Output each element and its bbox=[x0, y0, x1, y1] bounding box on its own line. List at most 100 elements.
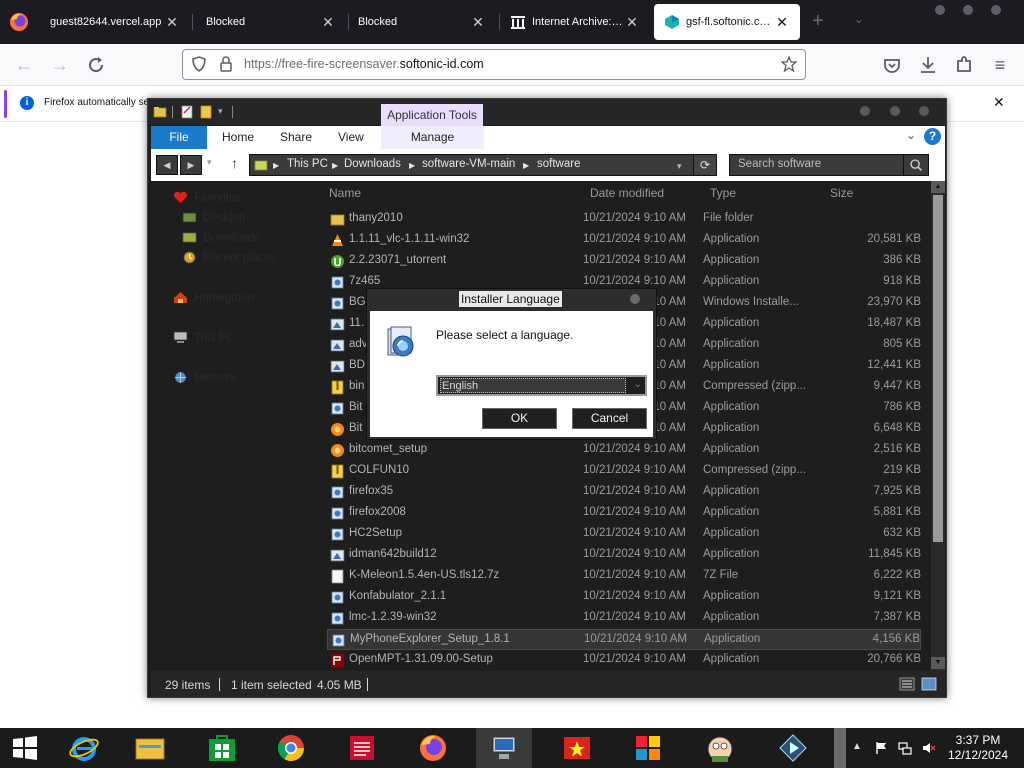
extensions-puzzle-icon[interactable] bbox=[952, 53, 976, 77]
close-tab-icon[interactable]: ✕ bbox=[320, 14, 336, 31]
collapse-ribbon-chevron-icon[interactable]: ⌄ bbox=[906, 128, 916, 142]
back-arrow-icon[interactable]: ← bbox=[12, 53, 36, 77]
explorer-forward-button[interactable]: ▶ bbox=[180, 155, 202, 175]
file-row[interactable]: 1.1.11_vlc-1.1.11-win32 10/21/2024 9:10 A… bbox=[327, 230, 921, 251]
internet-explorer-taskbar-button[interactable] bbox=[56, 728, 112, 768]
address-bar[interactable]: ▶ This PC ▶ Downloads ▶ software-VM-main… bbox=[249, 154, 715, 176]
new-tab-button[interactable]: + bbox=[812, 10, 824, 33]
tab-home[interactable]: Home bbox=[222, 130, 254, 144]
breadcrumb-arrow-icon[interactable]: ▶ bbox=[273, 161, 279, 170]
breadcrumb-this-pc[interactable]: This PC bbox=[287, 158, 328, 170]
start-button[interactable] bbox=[0, 728, 50, 768]
file-row[interactable]: bitcomet_setup 10/21/2024 9:10 AM Applicat… bbox=[327, 440, 921, 461]
file-row[interactable]: HC2Setup 10/21/2024 9:10 AM Application 632… bbox=[327, 524, 921, 545]
explorer-close-button[interactable] bbox=[919, 106, 929, 116]
properties-icon[interactable] bbox=[180, 105, 194, 119]
tab-file[interactable]: File bbox=[151, 126, 207, 149]
customize-qa-chevron-icon[interactable]: ▾ bbox=[218, 106, 223, 117]
column-header-size[interactable]: Size bbox=[830, 186, 853, 200]
file-row[interactable]: lmc-1.2.39-win32 10/21/2024 9:10 AM Applic… bbox=[327, 608, 921, 629]
file-row[interactable]: thany2010 10/21/2024 9:10 AM File folder bbox=[327, 209, 921, 230]
recent-locations-chevron-icon[interactable]: ▾ bbox=[207, 157, 212, 168]
taskbar-scrollbar[interactable] bbox=[834, 728, 846, 768]
language-select[interactable]: English ⌄ bbox=[436, 375, 647, 396]
action-center-flag-icon[interactable] bbox=[874, 741, 888, 755]
column-header-name[interactable]: Name bbox=[329, 186, 361, 200]
file-row[interactable]: firefox2008 10/21/2024 9:10 AM Application… bbox=[327, 503, 921, 524]
chevron-down-icon[interactable]: ⌄ bbox=[634, 379, 642, 390]
details-view-icon[interactable] bbox=[899, 677, 915, 691]
breadcrumb-arrow-icon[interactable]: ▶ bbox=[409, 161, 415, 170]
refresh-icon[interactable]: ⟳ bbox=[693, 154, 717, 176]
photos-taskbar-button[interactable] bbox=[620, 728, 676, 768]
breadcrumb-software-vm-main[interactable]: software-VM-main bbox=[422, 158, 515, 170]
large-icons-view-icon[interactable] bbox=[921, 677, 937, 691]
tab-2[interactable]: Blocked ✕ bbox=[196, 4, 346, 40]
scrollbar-thumb[interactable] bbox=[933, 195, 943, 542]
close-tab-icon[interactable]: ✕ bbox=[624, 14, 640, 31]
notepad-taskbar-button[interactable] bbox=[334, 728, 390, 768]
system-clock[interactable]: 3:37 PM 12/12/2024 bbox=[946, 733, 1010, 763]
scroll-up-arrow-icon[interactable]: ▲ bbox=[931, 181, 945, 193]
firefox-taskbar-button[interactable] bbox=[405, 728, 461, 768]
minimize-button[interactable] bbox=[935, 5, 945, 15]
media-player-taskbar-button[interactable] bbox=[765, 728, 821, 768]
close-window-button[interactable] bbox=[991, 5, 1001, 15]
file-row[interactable]: K-Meleon1.5.4en-US.tls12.7z 10/21/2024 9:… bbox=[327, 566, 921, 587]
dialog-close-button[interactable] bbox=[630, 294, 640, 304]
show-hidden-icons-chevron-icon[interactable]: ▲ bbox=[852, 741, 862, 752]
file-explorer-taskbar-button[interactable] bbox=[122, 728, 178, 768]
bookmark-star-icon[interactable] bbox=[781, 56, 797, 72]
url-text[interactable]: https://free-fire-screensaver.softonic-i… bbox=[244, 57, 484, 71]
breadcrumb-arrow-icon[interactable]: ▶ bbox=[523, 161, 529, 170]
file-row[interactable]: Konfabulator_2.1.1 10/21/2024 9:10 AM Appl… bbox=[327, 587, 921, 608]
nav-this-pc[interactable]: This PC bbox=[173, 331, 235, 344]
close-notification-icon[interactable]: ✕ bbox=[993, 94, 1005, 111]
tab-4[interactable]: Internet Archive: Digi ✕ bbox=[500, 4, 650, 40]
breadcrumb-downloads[interactable]: Downloads bbox=[344, 158, 401, 170]
close-tab-icon[interactable]: ✕ bbox=[774, 14, 790, 31]
pocket-icon[interactable] bbox=[880, 53, 904, 77]
volume-muted-icon[interactable] bbox=[922, 741, 936, 755]
tab-view[interactable]: View bbox=[338, 130, 364, 144]
file-row[interactable]: firefox35 10/21/2024 9:10 AM Application 7,… bbox=[327, 482, 921, 503]
close-tab-icon[interactable]: ✕ bbox=[164, 14, 180, 31]
explorer-window-icon[interactable] bbox=[153, 105, 167, 119]
forward-arrow-icon[interactable]: → bbox=[48, 53, 72, 77]
vietnam-flag-app-taskbar-button[interactable] bbox=[549, 728, 605, 768]
nav-favorites[interactable]: Favorites bbox=[173, 191, 241, 204]
network-tray-icon[interactable] bbox=[898, 741, 912, 755]
explorer-back-button[interactable]: ◀ bbox=[156, 155, 178, 175]
family-guy-app-taskbar-button[interactable] bbox=[692, 728, 748, 768]
new-folder-icon[interactable] bbox=[199, 105, 213, 119]
file-row[interactable]: 2.2.23071_utorrent 10/21/2024 9:10 AM Appl… bbox=[327, 251, 921, 272]
cancel-button[interactable]: Cancel bbox=[572, 408, 647, 429]
nav-recent-places[interactable]: Recent places bbox=[182, 251, 276, 264]
lock-icon[interactable] bbox=[219, 56, 233, 72]
tab-share[interactable]: Share bbox=[280, 130, 312, 144]
remote-desktop-taskbar-button[interactable] bbox=[476, 728, 532, 768]
hamburger-menu-icon[interactable]: ≡ bbox=[988, 53, 1012, 77]
breadcrumb-software[interactable]: software bbox=[537, 158, 580, 170]
reload-icon[interactable] bbox=[84, 53, 108, 77]
nav-network[interactable]: Network bbox=[173, 371, 236, 384]
file-row[interactable]: idman642build12 10/21/2024 9:10 AM Applica… bbox=[327, 545, 921, 566]
tab-active[interactable]: gsf-fl.softonic.com/3 ✕ bbox=[654, 4, 800, 40]
search-icon[interactable] bbox=[903, 154, 929, 176]
file-row[interactable]: COLFUN10 10/21/2024 9:10 AM Compressed (zi… bbox=[327, 461, 921, 482]
tab-1[interactable]: guest82644.vercel.app ✕ bbox=[40, 4, 190, 40]
maximize-button[interactable] bbox=[963, 5, 973, 15]
ok-button[interactable]: OK bbox=[482, 408, 557, 429]
list-tabs-chevron-icon[interactable]: ⌄ bbox=[854, 12, 864, 26]
breadcrumb-arrow-icon[interactable]: ▶ bbox=[332, 161, 338, 170]
nav-downloads[interactable]: Downloads bbox=[182, 231, 260, 244]
file-row[interactable]: OpenMPT-1.31.09.00-Setup 10/21/2024 9:10 … bbox=[327, 650, 921, 671]
store-taskbar-button[interactable] bbox=[194, 728, 250, 768]
url-bar[interactable]: https://free-fire-screensaver.softonic-i… bbox=[182, 49, 806, 80]
address-dropdown-chevron-icon[interactable]: ▾ bbox=[677, 161, 682, 172]
tab-3[interactable]: Blocked ✕ bbox=[348, 4, 496, 40]
firefox-logo-icon[interactable] bbox=[8, 11, 30, 33]
explorer-maximize-button[interactable] bbox=[890, 106, 900, 116]
up-arrow-icon[interactable]: ↑ bbox=[231, 155, 238, 171]
nav-desktop[interactable]: Desktop bbox=[182, 211, 245, 224]
